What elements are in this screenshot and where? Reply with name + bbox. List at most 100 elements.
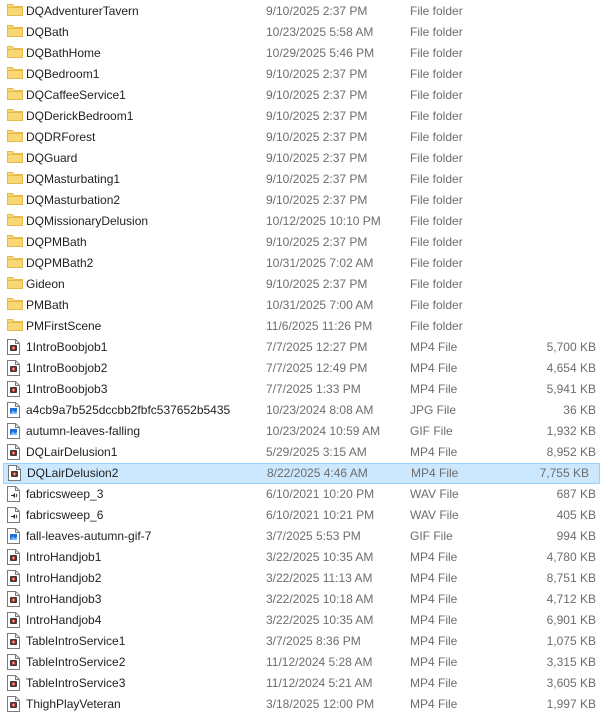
file-type: MP4 File: [410, 382, 458, 396]
file-type: JPG File: [410, 403, 457, 417]
date-modified: 9/10/2025 2:37 PM: [266, 277, 368, 291]
folder-icon: [7, 24, 23, 40]
file-name[interactable]: PMBath: [26, 298, 69, 312]
file-size: 3,315 KB: [546, 655, 596, 669]
file-row[interactable]: fabricsweep_6 6/10/2021 10:21 PM WAV File 4…: [0, 505, 610, 526]
file-name[interactable]: DQDRForest: [26, 130, 95, 144]
folder-row[interactable]: DQGuard 9/10/2025 2:37 PM File folder: [0, 148, 610, 169]
video-file-icon: [7, 549, 21, 565]
image-file-icon: [7, 423, 21, 439]
date-modified: 10/23/2024 10:59 AM: [266, 424, 381, 438]
date-modified: 3/7/2025 5:53 PM: [266, 529, 361, 543]
folder-icon: [7, 129, 23, 145]
file-name[interactable]: IntroHandjob2: [26, 571, 101, 585]
file-name[interactable]: IntroHandjob4: [26, 613, 101, 627]
folder-row[interactable]: DQBath 10/23/2025 5:58 AM File folder: [0, 22, 610, 43]
file-type: File folder: [410, 172, 463, 186]
folder-row[interactable]: DQBedroom1 9/10/2025 2:37 PM File folder: [0, 64, 610, 85]
file-name[interactable]: TableIntroService2: [26, 655, 125, 669]
file-row[interactable]: TableIntroService1 3/7/2025 8:36 PM MP4 Fi…: [0, 631, 610, 652]
folder-row[interactable]: DQMasturbating1 9/10/2025 2:37 PM File fol…: [0, 169, 610, 190]
file-name[interactable]: DQDerickBedroom1: [26, 109, 133, 123]
file-name[interactable]: fabricsweep_3: [26, 487, 103, 501]
file-name[interactable]: DQCaffeeService1: [26, 88, 126, 102]
file-row[interactable]: TableIntroService3 11/12/2024 5:21 AM MP4 …: [0, 673, 610, 694]
file-row[interactable]: IntroHandjob2 3/22/2025 11:13 AM MP4 File 8…: [0, 568, 610, 589]
file-type: WAV File: [410, 487, 459, 501]
file-name[interactable]: DQLairDelusion1: [26, 445, 117, 459]
folder-icon: [7, 297, 23, 313]
file-name[interactable]: autumn-leaves-falling: [26, 424, 140, 438]
folder-row[interactable]: DQPMBath 9/10/2025 2:37 PM File folder: [0, 232, 610, 253]
video-file-icon: [7, 444, 21, 460]
folder-row[interactable]: DQCaffeeService1 9/10/2025 2:37 PM File fo…: [0, 85, 610, 106]
file-row[interactable]: fabricsweep_3 6/10/2021 10:20 PM WAV File 6…: [0, 484, 610, 505]
file-row[interactable]: IntroHandjob4 3/22/2025 10:35 AM MP4 File 6…: [0, 610, 610, 631]
file-name[interactable]: DQMissionaryDelusion: [26, 214, 148, 228]
folder-row[interactable]: DQAdventurerTavern 9/10/2025 2:37 PM File …: [0, 1, 610, 22]
file-size: 687 KB: [556, 487, 596, 501]
file-name[interactable]: ThighPlayVeteran: [26, 697, 121, 711]
file-type: WAV File: [410, 508, 459, 522]
file-row[interactable]: 1IntroBoobjob1 7/7/2025 12:27 PM MP4 File 5…: [0, 337, 610, 358]
file-row[interactable]: 1IntroBoobjob2 7/7/2025 12:49 PM MP4 File 4…: [0, 358, 610, 379]
file-name[interactable]: IntroHandjob3: [26, 592, 101, 606]
file-row[interactable]: IntroHandjob1 3/22/2025 10:35 AM MP4 File 4…: [0, 547, 610, 568]
file-name[interactable]: TableIntroService1: [26, 634, 125, 648]
file-name[interactable]: DQMasturbating1: [26, 172, 120, 186]
file-row[interactable]: IntroHandjob3 3/22/2025 10:18 AM MP4 File 4…: [0, 589, 610, 610]
date-modified: 9/10/2025 2:37 PM: [266, 193, 368, 207]
file-name[interactable]: a4cb9a7b525dccbb2fbfc537652b5435: [26, 403, 230, 417]
file-row[interactable]: DQLairDelusion2 8/22/2025 4:46 AM MP4 File…: [3, 463, 600, 484]
date-modified: 9/10/2025 2:37 PM: [266, 151, 368, 165]
file-name[interactable]: DQAdventurerTavern: [26, 4, 139, 18]
file-name[interactable]: Gideon: [26, 277, 65, 291]
file-name[interactable]: fall-leaves-autumn-gif-7: [26, 529, 151, 543]
file-name[interactable]: 1IntroBoobjob1: [26, 340, 107, 354]
image-file-icon: [7, 528, 21, 544]
file-name[interactable]: 1IntroBoobjob2: [26, 361, 107, 375]
file-name[interactable]: fabricsweep_6: [26, 508, 103, 522]
folder-row[interactable]: DQBathHome 10/29/2025 5:46 PM File folder: [0, 43, 610, 64]
file-name[interactable]: DQPMBath2: [26, 256, 93, 270]
file-name[interactable]: IntroHandjob1: [26, 550, 101, 564]
file-row[interactable]: 1IntroBoobjob3 7/7/2025 1:33 PM MP4 File 5,…: [0, 379, 610, 400]
file-row[interactable]: fall-leaves-autumn-gif-7 3/7/2025 5:53 PM…: [0, 526, 610, 547]
date-modified: 3/22/2025 10:18 AM: [266, 592, 374, 606]
date-modified: 3/18/2025 12:00 PM: [266, 697, 375, 711]
folder-row[interactable]: DQMasturbation2 9/10/2025 2:37 PM File fol…: [0, 190, 610, 211]
file-name[interactable]: DQGuard: [26, 151, 77, 165]
file-name[interactable]: PMFirstScene: [26, 319, 101, 333]
file-row[interactable]: DQLairDelusion1 5/29/2025 3:15 AM MP4 File…: [0, 442, 610, 463]
folder-row[interactable]: Gideon 9/10/2025 2:37 PM File folder: [0, 274, 610, 295]
video-file-icon: [7, 612, 21, 628]
file-name[interactable]: DQMasturbation2: [26, 193, 120, 207]
date-modified: 6/10/2021 10:20 PM: [266, 487, 375, 501]
date-modified: 3/22/2025 10:35 AM: [266, 613, 374, 627]
folder-row[interactable]: DQMissionaryDelusion 10/12/2025 10:10 PM F…: [0, 211, 610, 232]
file-row[interactable]: autumn-leaves-falling 10/23/2024 10:59 AM…: [0, 421, 610, 442]
file-name[interactable]: TableIntroService3: [26, 676, 125, 690]
folder-row[interactable]: PMBath 10/31/2025 7:00 AM File folder: [0, 295, 610, 316]
file-row[interactable]: a4cb9a7b525dccbb2fbfc537652b5435 10/23/20…: [0, 400, 610, 421]
file-name[interactable]: DQBathHome: [26, 46, 101, 60]
image-file-icon: [7, 402, 21, 418]
file-type: MP4 File: [410, 634, 458, 648]
file-type: MP4 File: [410, 361, 458, 375]
folder-row[interactable]: DQDerickBedroom1 9/10/2025 2:37 PM File fo…: [0, 106, 610, 127]
date-modified: 9/10/2025 2:37 PM: [266, 172, 368, 186]
video-file-icon: [7, 591, 21, 607]
folder-icon: [7, 213, 23, 229]
date-modified: 10/31/2025 7:02 AM: [266, 256, 374, 270]
date-modified: 11/6/2025 11:26 PM: [266, 319, 373, 333]
file-row[interactable]: ThighPlayVeteran 3/18/2025 12:00 PM MP4 Fi…: [0, 694, 610, 715]
folder-row[interactable]: PMFirstScene 11/6/2025 11:26 PM File folde…: [0, 316, 610, 337]
file-row[interactable]: TableIntroService2 11/12/2024 5:28 AM MP4 …: [0, 652, 610, 673]
file-name[interactable]: DQPMBath: [26, 235, 87, 249]
file-name[interactable]: 1IntroBoobjob3: [26, 382, 107, 396]
folder-row[interactable]: DQPMBath2 10/31/2025 7:02 AM File folder: [0, 253, 610, 274]
file-name[interactable]: DQLairDelusion2: [27, 466, 118, 480]
file-name[interactable]: DQBedroom1: [26, 67, 99, 81]
folder-row[interactable]: DQDRForest 9/10/2025 2:37 PM File folder: [0, 127, 610, 148]
file-name[interactable]: DQBath: [26, 25, 69, 39]
